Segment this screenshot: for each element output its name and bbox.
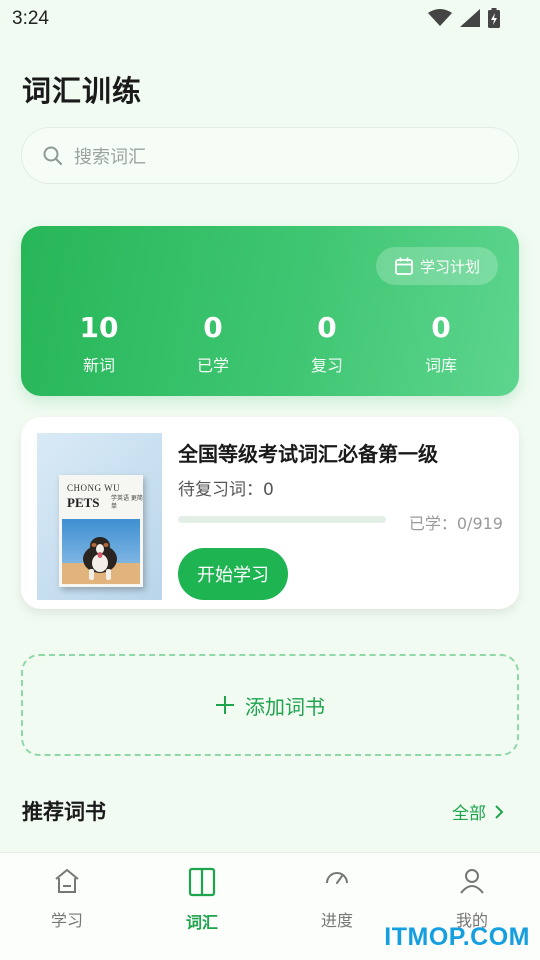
stat-learned[interactable]: 0 已学 [163, 308, 263, 376]
stat-value: 0 [203, 311, 223, 344]
stat-label: 复习 [310, 356, 343, 375]
home-icon [55, 869, 79, 893]
dog-photo [62, 519, 140, 584]
gauge-icon [326, 872, 348, 884]
calendar-icon [395, 257, 413, 275]
book-title: 全国等级考试词汇必备第一级 [178, 442, 438, 466]
start-learning-button[interactable]: 开始学习 [178, 548, 288, 600]
nav-label: 学习 [50, 911, 83, 930]
nav-item-study[interactable]: 学习 [17, 867, 117, 931]
stat-value: 10 [79, 311, 119, 344]
nav-item-progress[interactable]: 进度 [287, 867, 387, 931]
stat-label: 已学 [196, 356, 229, 375]
signal-icon [460, 9, 480, 27]
watermark: ITMOP.COM [384, 923, 530, 951]
search-placeholder: 搜索词汇 [74, 146, 146, 168]
learned-count: 已学：0/919 [408, 514, 503, 533]
book-cover: CHONG WU PETS 学英语 更简单 [37, 433, 162, 600]
add-book-button[interactable]: 添加词书 [21, 654, 519, 756]
stat-review[interactable]: 0 复习 [277, 308, 377, 376]
nav-label: 词汇 [185, 913, 218, 932]
view-all-label: 全部 [452, 804, 486, 824]
progress-bar [178, 516, 386, 523]
cover-subtitle: CHONG WU [67, 483, 121, 493]
cover-inner: CHONG WU PETS 学英语 更简单 [59, 475, 143, 587]
add-book-label: 添加词书 [245, 694, 325, 719]
status-icons [428, 8, 500, 28]
book-card[interactable]: CHONG WU PETS 学英语 更简单 全国等级考试词汇必备第一级 待复习词… [21, 417, 519, 609]
stat-word-bank[interactable]: 0 词库 [391, 308, 491, 376]
recommended-title: 推荐词书 [22, 800, 106, 824]
stat-label: 新词 [82, 356, 115, 375]
wifi-icon [428, 9, 452, 26]
study-plan-button[interactable]: 学习计划 [376, 247, 498, 285]
battery-icon [488, 8, 500, 28]
nav-label: 进度 [320, 911, 353, 930]
chevron-right-icon [495, 804, 504, 819]
nav-item-vocabulary[interactable]: 词汇 [152, 867, 252, 933]
view-all-link[interactable]: 全部 [452, 799, 504, 824]
stat-label: 词库 [424, 356, 457, 375]
page-title: 词汇训练 [22, 74, 143, 108]
user-icon [460, 869, 484, 894]
plus-icon [216, 696, 234, 714]
search-input[interactable]: 搜索词汇 [21, 127, 519, 184]
study-plan-label: 学习计划 [419, 257, 480, 276]
stats-card: 学习计划 10 新词 0 已学 0 复习 0 词库 [21, 226, 519, 396]
cover-tagline: 学英语 更简单 [111, 495, 143, 510]
stat-new-words[interactable]: 10 新词 [49, 308, 149, 376]
cover-title: PETS [67, 495, 100, 510]
stat-value: 0 [317, 311, 337, 344]
nav-item-profile[interactable]: 我的 [422, 867, 522, 931]
book-icon [188, 867, 216, 897]
status-time: 3:24 [12, 8, 49, 29]
stat-value: 0 [431, 311, 451, 344]
review-count: 待复习词：0 [178, 480, 274, 500]
search-icon [43, 146, 62, 165]
status-bar: 3:24 [0, 0, 540, 36]
